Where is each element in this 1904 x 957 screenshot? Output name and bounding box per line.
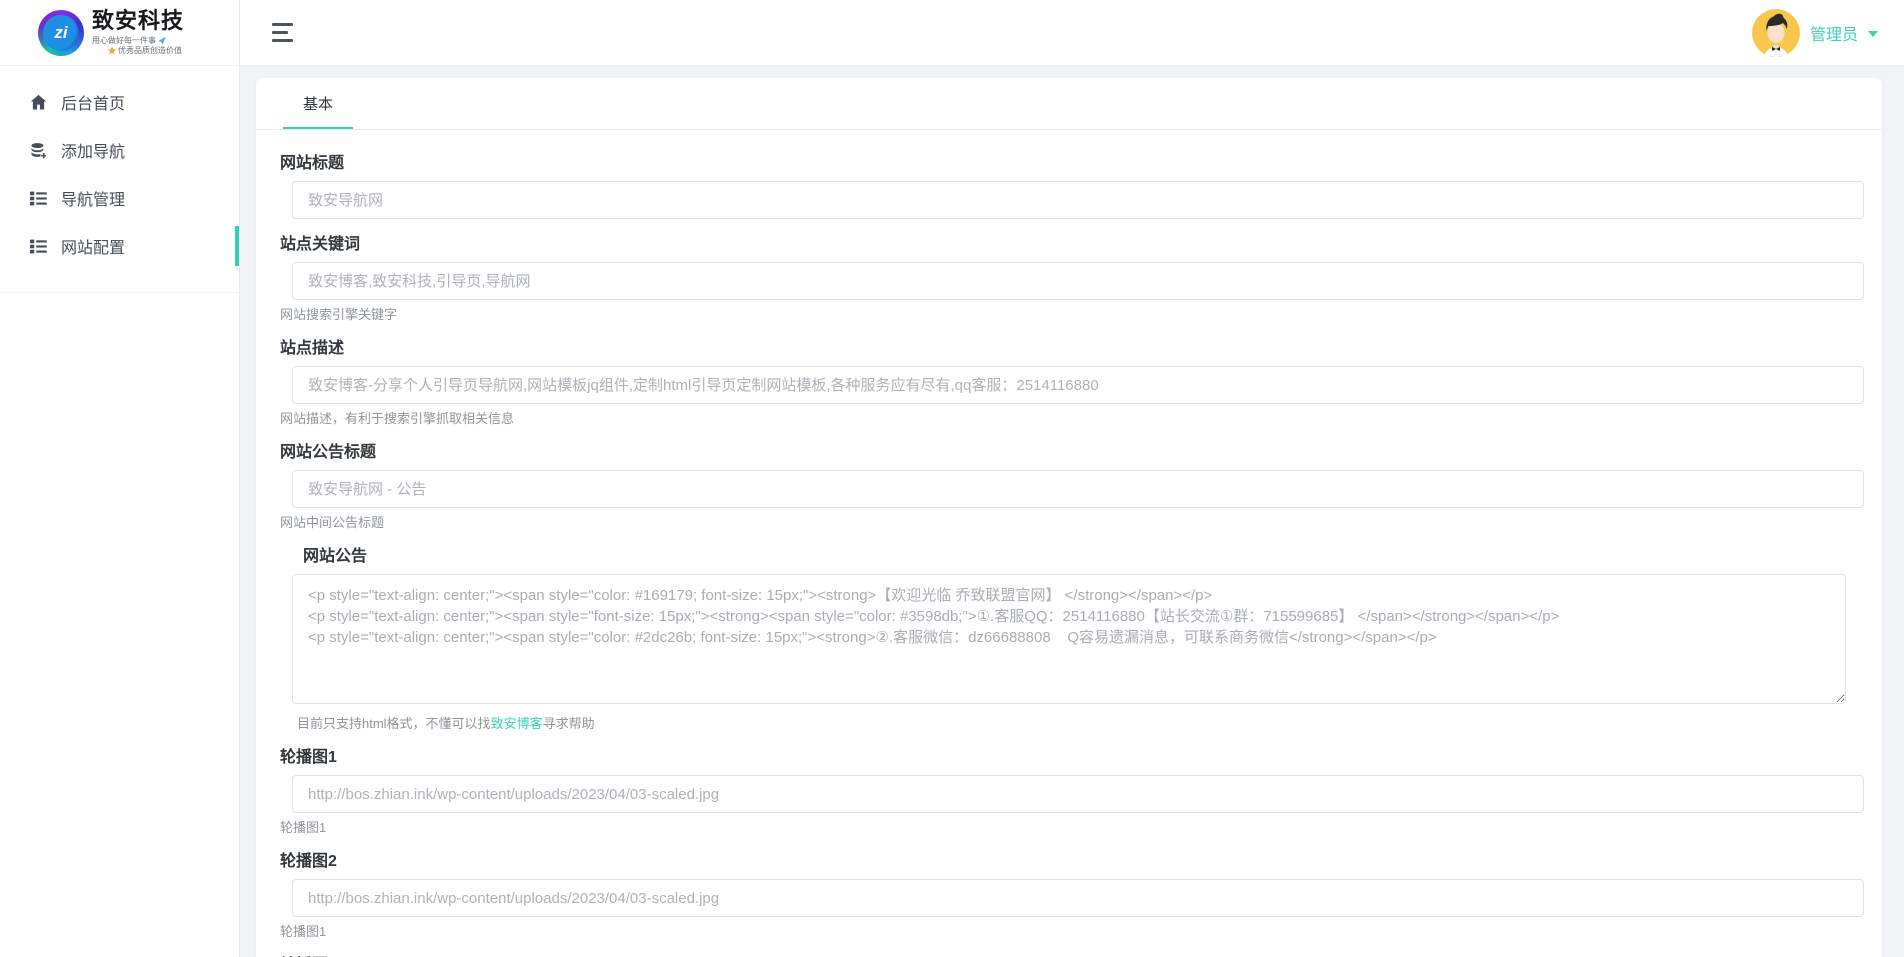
field-banner-2: 轮播图2 轮播图1: [292, 852, 1864, 940]
brand-tagline-2: 优秀品质创造价值: [92, 46, 184, 56]
sidebar-item-site-config[interactable]: 网站配置: [0, 222, 239, 270]
list-icon: [30, 190, 47, 207]
brand-monogram: zi: [43, 15, 79, 51]
banner-1-label: 轮播图1: [280, 748, 1864, 767]
brand-logo-icon: zi: [38, 10, 84, 56]
notice-content-textarea[interactable]: <p style="text-align: center;"><span sty…: [292, 574, 1846, 704]
menu-toggle-button[interactable]: [268, 19, 297, 46]
sidebar: zi 致安科技 用心做好每一件事 优秀品质创造价值: [0, 0, 240, 957]
sidebar-item-label: 添加导航: [61, 138, 125, 162]
star-icon: [108, 47, 116, 55]
home-icon: [30, 94, 47, 111]
sidebar-item-label: 网站配置: [61, 234, 125, 258]
site-keywords-help: 网站搜索引擎关键字: [280, 307, 1864, 323]
banner-2-label: 轮播图2: [280, 852, 1864, 871]
field-notice-title: 网站公告标题 网站中间公告标题: [292, 443, 1864, 531]
tab-bar: 基本: [256, 78, 1882, 130]
notice-title-help: 网站中间公告标题: [280, 515, 1864, 531]
content-column: 管理员 基本 网站标题 站点关键词: [240, 0, 1904, 957]
user-name: 管理员: [1810, 21, 1858, 45]
banner-1-input[interactable]: [292, 775, 1864, 813]
settings-form: 网站标题 站点关键词 网站搜索引擎关键字 站点描述 网站描述，有利于搜索引擎抓取…: [256, 130, 1882, 957]
notice-title-input[interactable]: [292, 470, 1864, 508]
tab-basic[interactable]: 基本: [283, 78, 353, 129]
sidebar-item-label: 导航管理: [61, 186, 125, 210]
notice-content-help: 目前只支持html格式，不懂可以找致安博客寻求帮助: [297, 716, 1864, 732]
notice-content-label: 网站公告: [303, 547, 1864, 566]
banner-1-help: 轮播图1: [280, 820, 1864, 836]
brand-logo: zi 致安科技 用心做好每一件事 优秀品质创造价值: [0, 0, 239, 66]
field-notice-content: 网站公告 <p style="text-align: center;"><spa…: [292, 547, 1864, 732]
site-keywords-label: 站点关键词: [280, 235, 1864, 254]
banner-2-help: 轮播图1: [280, 924, 1864, 940]
field-site-keywords: 站点关键词 网站搜索引擎关键字: [292, 235, 1864, 323]
brand-name: 致安科技: [92, 10, 184, 32]
settings-card: 基本 网站标题 站点关键词 网站搜索引擎关键字: [256, 78, 1882, 957]
sidebar-item-dashboard[interactable]: 后台首页: [0, 78, 239, 126]
notice-title-label: 网站公告标题: [280, 443, 1864, 462]
database-add-icon: [30, 142, 47, 159]
site-title-label: 网站标题: [280, 154, 1864, 173]
field-site-description: 站点描述 网站描述，有利于搜索引擎抓取相关信息: [292, 339, 1864, 427]
topbar: 管理员: [240, 0, 1904, 66]
site-description-help: 网站描述，有利于搜索引擎抓取相关信息: [280, 411, 1864, 427]
sidebar-item-label: 后台首页: [61, 90, 125, 114]
avatar: [1752, 9, 1800, 57]
list-icon: [30, 238, 47, 255]
chevron-down-icon: [1868, 31, 1878, 37]
site-keywords-input[interactable]: [292, 262, 1864, 300]
field-site-title: 网站标题: [292, 154, 1864, 219]
banner-2-input[interactable]: [292, 879, 1864, 917]
field-banner-1: 轮播图1 轮播图1: [292, 748, 1864, 836]
site-description-label: 站点描述: [280, 339, 1864, 358]
brand-tagline-1: 用心做好每一件事: [92, 36, 184, 46]
user-menu[interactable]: 管理员: [1752, 9, 1878, 57]
zhian-blog-link[interactable]: 致安博客: [491, 716, 543, 731]
sidebar-item-add-nav[interactable]: 添加导航: [0, 126, 239, 174]
sidebar-item-nav-manage[interactable]: 导航管理: [0, 174, 239, 222]
sidebar-menu: 后台首页 添加导航: [0, 66, 239, 293]
main-area: 基本 网站标题 站点关键词 网站搜索引擎关键字: [240, 66, 1904, 957]
site-description-input[interactable]: [292, 366, 1864, 404]
site-title-input[interactable]: [292, 181, 1864, 219]
paper-plane-icon: [158, 37, 166, 45]
app-root: zi 致安科技 用心做好每一件事 优秀品质创造价值: [0, 0, 1904, 957]
